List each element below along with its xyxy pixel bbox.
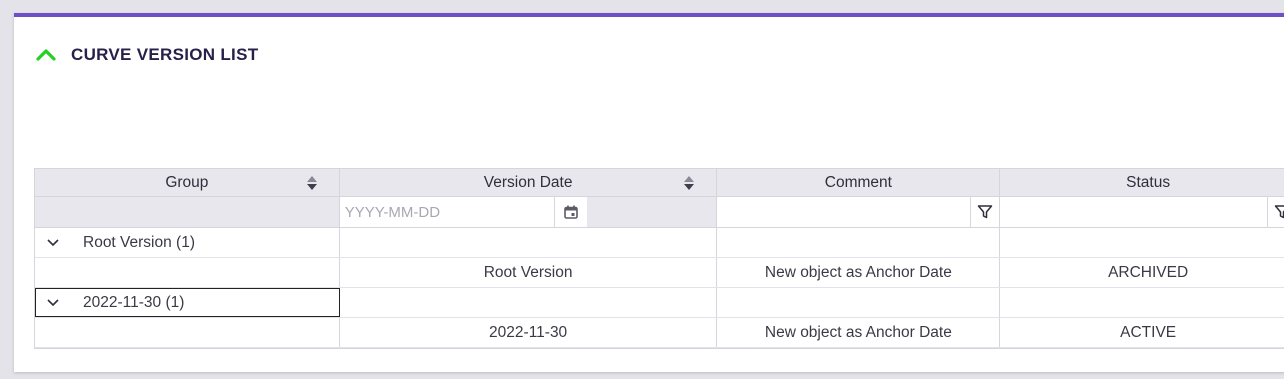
column-header-comment[interactable]: Comment	[717, 169, 1001, 196]
status-cell[interactable]: ARCHIVED	[1000, 258, 1284, 287]
group-cell[interactable]: Root Version (1)	[35, 228, 340, 257]
comment-filter	[717, 197, 1001, 227]
group-cell-empty	[35, 258, 340, 287]
group-label: Root Version (1)	[83, 233, 195, 251]
group-row[interactable]: Root Version (1)	[35, 228, 1284, 258]
grid-filter-row	[35, 197, 1284, 228]
column-header-group[interactable]: Group	[35, 169, 340, 196]
comment-cell[interactable]: New object as Anchor Date	[717, 258, 1001, 287]
group-cell-empty	[717, 288, 1001, 317]
table-row[interactable]: Root Version New object as Anchor Date A…	[35, 258, 1284, 288]
version-date-filter	[339, 197, 718, 227]
group-cell-empty	[1000, 288, 1284, 317]
chevron-up-icon[interactable]	[36, 44, 58, 66]
comment-cell[interactable]: New object as Anchor Date	[717, 318, 1001, 347]
version-grid: Group Version Date Comment Status YYYY-M…	[34, 168, 1284, 349]
table-row[interactable]: 2022-11-30 New object as Anchor Date ACT…	[35, 318, 1284, 348]
column-label-version-date: Version Date	[483, 173, 573, 191]
column-label-status: Status	[1126, 173, 1171, 191]
chevron-down-icon[interactable]	[35, 238, 71, 248]
chevron-down-icon[interactable]	[35, 298, 71, 308]
filter-icon[interactable]	[971, 197, 1000, 227]
status-filter-input[interactable]	[1000, 197, 1269, 227]
status-cell[interactable]: ACTIVE	[1000, 318, 1284, 347]
column-header-status[interactable]: Status	[1000, 169, 1284, 196]
column-label-group: Group	[165, 173, 209, 191]
version-date-cell[interactable]: 2022-11-30	[340, 318, 718, 347]
group-cell-empty	[1000, 228, 1284, 257]
column-label-comment: Comment	[824, 173, 892, 191]
sort-icon[interactable]	[306, 175, 317, 191]
filter-icon[interactable]	[1268, 197, 1284, 227]
group-cell-empty	[717, 228, 1001, 257]
group-row[interactable]: 2022-11-30 (1)	[35, 288, 1284, 318]
calendar-icon[interactable]	[554, 197, 587, 227]
status-filter	[1000, 197, 1284, 227]
group-cell-empty	[35, 318, 340, 347]
version-date-filter-input[interactable]	[339, 197, 555, 227]
panel-header[interactable]: CURVE VERSION LIST	[36, 43, 258, 67]
comment-filter-input[interactable]	[717, 197, 972, 227]
group-filter-empty	[35, 197, 340, 227]
panel-title: CURVE VERSION LIST	[71, 45, 259, 64]
group-cell-empty	[340, 288, 718, 317]
group-cell-empty	[340, 228, 718, 257]
column-header-version-date[interactable]: Version Date	[340, 169, 718, 196]
group-cell[interactable]: 2022-11-30 (1)	[35, 288, 340, 317]
version-date-cell[interactable]: Root Version	[340, 258, 718, 287]
grid-header-row: Group Version Date Comment Status	[35, 169, 1284, 197]
curve-version-panel: CURVE VERSION LIST Group Version Date Co…	[14, 13, 1284, 372]
sort-icon[interactable]	[684, 175, 695, 191]
group-label: 2022-11-30 (1)	[83, 293, 185, 311]
